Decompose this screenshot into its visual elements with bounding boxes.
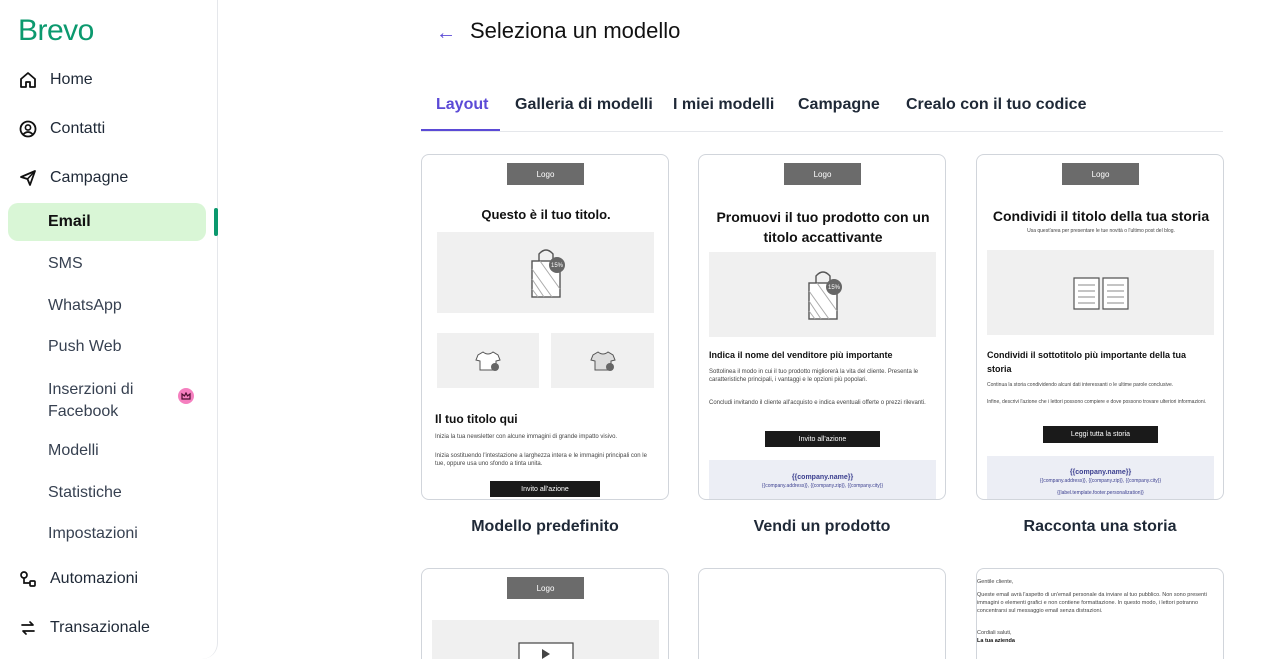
sidebar-subitem-facebook-ads[interactable]: Inserzioni di Facebook (48, 379, 168, 423)
template-cta: Invito all'azione (765, 431, 880, 447)
template-subtitle: Usa quest'area per presentare le tue nov… (1027, 228, 1175, 234)
template-text: Inizia sostituendo l'intestazione a larg… (435, 453, 647, 467)
sidebar-item-label: Campagne (50, 169, 129, 186)
tab-active-underline (421, 129, 500, 131)
sidebar-subitem-whatsapp[interactable]: WhatsApp (48, 297, 122, 315)
sidebar-subitem-push-web[interactable]: Push Web (48, 338, 122, 356)
template-card-plain-text[interactable]: Gentile cliente, Queste email avrà l'asp… (976, 568, 1224, 659)
upgrade-crown-icon (178, 388, 194, 404)
brand-logo[interactable]: Brevo (18, 14, 94, 48)
template-section-title: Condividi il sottotitolo più importante … (987, 350, 1186, 374)
template-name: Racconta una storia (1023, 518, 1177, 535)
template-product-image (551, 333, 654, 388)
template-logo-placeholder: Logo (1062, 163, 1139, 185)
template-text: Cordiali saluti, (977, 630, 1012, 636)
template-footer: {{company.name}} {{company.address}}, {{… (709, 460, 936, 499)
sidebar-subitem-sms[interactable]: SMS (48, 255, 83, 273)
tab-layout[interactable]: Layout (436, 96, 488, 114)
sidebar-item-automazioni[interactable]: Automazioni (18, 569, 138, 589)
template-card-default[interactable]: Logo Questo è il tuo titolo. 15% Il tuo … (421, 154, 669, 500)
template-cta: Invito all'azione (490, 481, 600, 497)
transactional-icon (18, 618, 38, 638)
sidebar-item-label: Home (50, 71, 93, 88)
template-text: Gentile cliente, (977, 579, 1014, 585)
shopping-bag-icon: 15% (807, 270, 842, 320)
contacts-icon (18, 119, 38, 139)
svg-text:15%: 15% (827, 285, 840, 291)
template-footer: {{company.name}} {{company.address}}, {{… (987, 456, 1214, 499)
open-book-icon (1072, 276, 1129, 310)
template-title: Promuovi il tuo prodotto con un titolo a… (716, 209, 930, 245)
template-text: Concludi invitando il cliente all'acquis… (709, 400, 926, 406)
send-icon (18, 168, 38, 188)
template-text: Sottolinea il modo in cui il tuo prodott… (709, 369, 919, 383)
template-hero-image: 15% (437, 232, 654, 313)
active-indicator (214, 208, 218, 236)
template-text: La tua azienda (977, 638, 1015, 644)
tab-codice[interactable]: Crealo con il tuo codice (906, 96, 1086, 114)
template-hero-image: 15% (709, 252, 936, 337)
svg-text:15%: 15% (550, 263, 563, 269)
sidebar-item-label: Contatti (50, 120, 106, 137)
app-root: Brevo Home Contatti Campagne Email SMS W… (0, 0, 1276, 659)
sidebar-item-contatti[interactable]: Contatti (18, 119, 105, 139)
template-title: Questo è il tuo titolo. (481, 207, 611, 222)
template-name: Modello predefinito (471, 518, 619, 535)
sidebar: Brevo Home Contatti Campagne Email SMS W… (0, 0, 218, 659)
tab-campagne[interactable]: Campagne (798, 96, 880, 114)
sidebar-item-transazionale[interactable]: Transazionale (18, 618, 150, 638)
page-title: Seleziona un modello (470, 18, 681, 43)
template-logo-placeholder: Logo (784, 163, 861, 185)
shopping-bag-icon: 15% (530, 248, 565, 298)
template-section-title: Indica il nome del venditore più importa… (709, 350, 893, 360)
template-section-title: Il tuo titolo qui (435, 412, 518, 426)
footer-company-address: {{company.address}}, {{company.zip}}, {{… (1039, 478, 1162, 484)
sidebar-subitem-email[interactable]: Email (8, 203, 206, 241)
template-text: Queste email avrà l'aspetto di un'email … (977, 592, 1207, 614)
tab-galleria[interactable]: Galleria di modelli (515, 96, 653, 114)
home-icon (18, 70, 38, 90)
sidebar-subitem-modelli[interactable]: Modelli (48, 442, 99, 460)
template-cta: Leggi tutta la storia (1043, 426, 1158, 443)
footer-company-name: {{company.name}} (1069, 469, 1132, 476)
template-video-image (432, 620, 659, 659)
sidebar-item-label: Transazionale (50, 619, 150, 636)
footer-company-address: {{company.address}}, {{company.zip}}, {{… (761, 483, 884, 489)
back-arrow-icon[interactable]: ← (436, 22, 456, 45)
sidebar-item-home[interactable]: Home (18, 70, 93, 90)
sidebar-item-campagne[interactable]: Campagne (18, 168, 128, 188)
sidebar-subitem-label: Email (48, 213, 91, 230)
template-text: Infine, descrivi l'azione che i lettori … (987, 399, 1207, 405)
template-text: Inizia la tua newsletter con alcune imma… (435, 434, 618, 440)
footer-company-name: {{company.name}} (791, 474, 854, 481)
sidebar-subitem-impostazioni[interactable]: Impostazioni (48, 525, 138, 543)
template-logo-placeholder: Logo (507, 163, 584, 185)
template-text: Continua la storia condividendo alcuni d… (987, 382, 1174, 388)
template-card-blank[interactable] (698, 568, 946, 659)
footer-note: {{label.template.footer.personalization}… (1057, 490, 1144, 496)
tshirt-icon (475, 350, 501, 371)
template-name: Vendi un prodotto (753, 518, 891, 535)
sidebar-subitem-statistiche[interactable]: Statistiche (48, 484, 122, 502)
video-play-icon (517, 642, 574, 659)
template-title: Condividi il titolo della tua storia (992, 208, 1210, 224)
automation-icon (18, 569, 38, 589)
template-logo-placeholder: Logo (507, 577, 584, 599)
template-product-image (437, 333, 539, 388)
template-card-story[interactable]: Logo Condividi il titolo della tua stori… (976, 154, 1224, 500)
sidebar-item-label: Automazioni (50, 570, 139, 587)
tab-miei-modelli[interactable]: I miei modelli (673, 96, 774, 114)
template-hero-image (987, 250, 1214, 335)
tab-bar: Layout Galleria di modelli I miei modell… (421, 90, 1223, 132)
template-card-product[interactable]: Logo Promuovi il tuo prodotto con un tit… (698, 154, 946, 500)
tshirt-icon (589, 350, 616, 371)
template-card-video[interactable]: Logo (421, 568, 669, 659)
